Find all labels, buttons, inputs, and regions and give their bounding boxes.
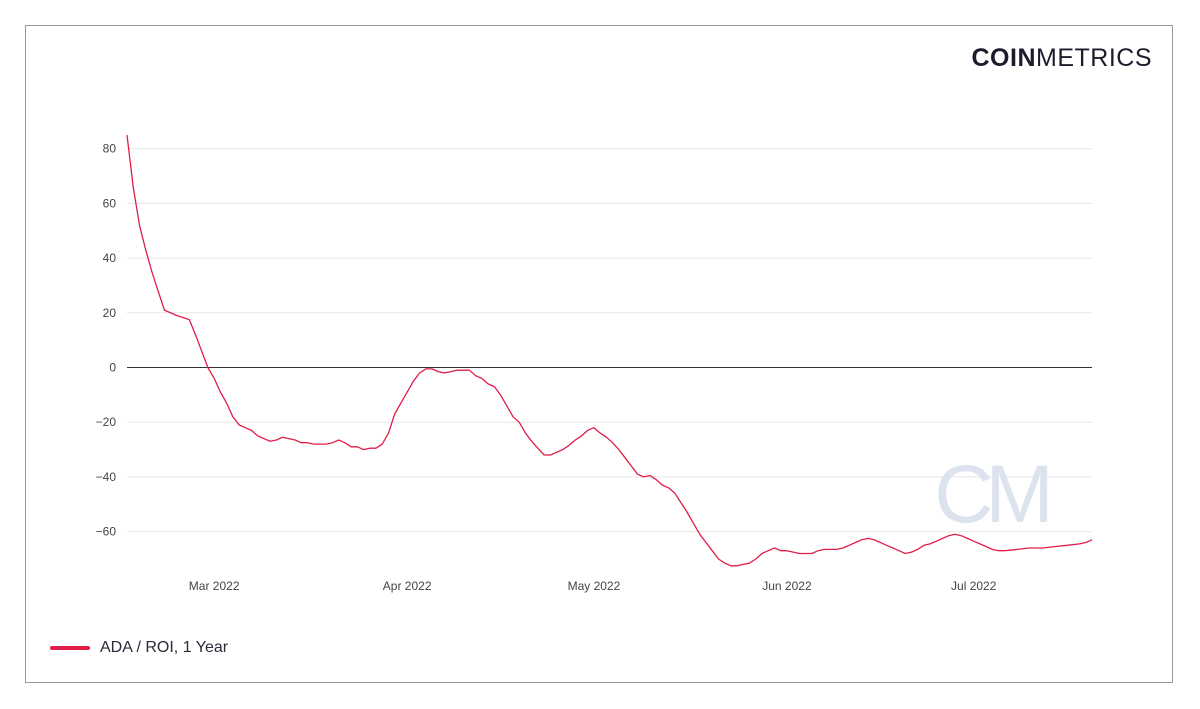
legend[interactable]: ADA / ROI, 1 Year (50, 639, 228, 657)
cm-watermark-text: CM (934, 449, 1047, 540)
x-tick-label: Apr 2022 (383, 579, 432, 593)
y-tick-label: 80 (103, 142, 117, 156)
x-tick-label: May 2022 (568, 579, 621, 593)
y-tick-label: 20 (103, 306, 117, 320)
y-axis-ticks: 80 60 40 20 0 −20 −40 −60 (96, 142, 117, 539)
y-tick-label: −20 (96, 415, 117, 429)
y-tick-label: 0 (109, 361, 116, 375)
y-tick-label: −60 (96, 525, 117, 539)
x-tick-label: Jul 2022 (951, 579, 997, 593)
legend-label: ADA / ROI, 1 Year (100, 639, 229, 656)
x-axis-ticks: Mar 2022 Apr 2022 May 2022 Jun 2022 Jul 2022 (189, 579, 997, 593)
legend-swatch (50, 646, 90, 650)
y-tick-label: 60 (103, 196, 117, 210)
y-tick-label: −40 (96, 470, 117, 484)
y-tick-label: 40 (103, 251, 117, 265)
cm-watermark: CM (934, 449, 1055, 540)
x-tick-label: Jun 2022 (762, 579, 812, 593)
roi-line-chart: CM 806040200−20−40−60 Mar 2022 Apr 2022 Ma… (96, 134, 1093, 593)
x-tick-label: Mar 2022 (189, 579, 240, 593)
